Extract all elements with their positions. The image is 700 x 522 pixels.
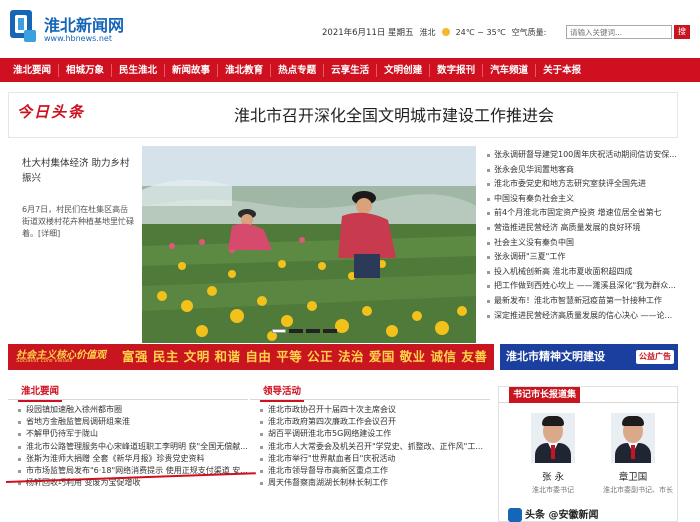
list-item[interactable]: 淮北市公路管理服务中心宋峰道班职工李明明 获"全国无偿献...	[8, 441, 248, 453]
core-values-text: 富强 民主 文明 和谐 自由 平等 公正 法治 爱国 敬业 诚信 友善	[122, 349, 488, 364]
list-item[interactable]: 不解甲仍待军于陇山	[8, 428, 248, 440]
list-item[interactable]: 淮北市举行"世界献血者日"庆祝活动	[250, 453, 490, 465]
section-list: 淮北市政协召开十届四十次主席会议 淮北市政府第四次廉政工作会议召开 胡百平调研淮…	[250, 404, 490, 489]
carousel-dots	[272, 329, 337, 333]
carousel-dot[interactable]	[272, 329, 286, 333]
leader-card[interactable]: 张 永 淮北市委书记	[523, 413, 583, 495]
logo-text: 淮北新闻网	[44, 16, 125, 35]
nav-item[interactable]: 汽车频道	[483, 63, 537, 77]
site-header: 淮北新闻网 www.hbnews.net 2021年6月11日 星期五 淮北 2…	[0, 0, 700, 58]
leader-role: 淮北市委书记	[532, 486, 574, 494]
current-date: 2021年6月11日 星期五	[322, 28, 414, 38]
main-nav: 淮北要闻 相城万象 民生淮北 新闻故事 淮北教育 热点专题 云享生活 文明创建 …	[0, 58, 700, 82]
section-title[interactable]: 书记市长报道集	[509, 387, 581, 403]
section-header: 领导活动	[250, 384, 490, 402]
news-item[interactable]: 张永调研"三夏"工作	[486, 250, 686, 265]
section-title[interactable]: 淮北要闻	[18, 384, 63, 402]
list-item[interactable]: 淮北市领导督导市高新区重点工作	[250, 465, 490, 477]
news-item[interactable]: 中国没有秦负社会主义	[486, 192, 686, 207]
feature-title[interactable]: 杜大村集体经济 助力乡村振兴	[22, 156, 136, 186]
list-item[interactable]: 周天伟督察南湖湖长制林长制工作	[250, 477, 490, 489]
list-item[interactable]: 省地方金融监管局调研组来淮	[8, 416, 248, 428]
leader-name: 章卫国	[618, 472, 648, 483]
watermark-text: 头条 @安徽新闻	[525, 510, 599, 521]
nav-item[interactable]: 云享生活	[324, 63, 378, 77]
section-leaders: 领导活动 淮北市政协召开十届四十次主席会议 淮北市政府第四次廉政工作会议召开 胡…	[250, 384, 490, 489]
watermark-icon	[508, 508, 522, 522]
leader-role: 淮北市委副书记、市长	[603, 486, 673, 494]
list-item[interactable]: 淮北市人大常委会及机关召开"学党史、抓整改、正作风"工...	[250, 441, 490, 453]
news-item[interactable]: 张永调研督导建党100周年庆祝活动期间信访安保...	[486, 148, 686, 163]
list-item[interactable]: 淮北市政府第四次廉政工作会议召开	[250, 416, 490, 428]
nav-item[interactable]: 淮北要闻	[6, 63, 60, 77]
list-item[interactable]: 淮北市政协召开十届四十次主席会议	[250, 404, 490, 416]
nav-item[interactable]: 数字报刊	[430, 63, 484, 77]
date-weather-bar: 2021年6月11日 星期五 淮北 24℃ ~ 35℃ 空气质量:	[322, 25, 546, 39]
site-logo[interactable]: 淮北新闻网 www.hbnews.net	[8, 6, 128, 52]
news-item[interactable]: 最新发布！淮北市智慧新冠疫苗第一针接种工作	[486, 294, 686, 309]
list-item[interactable]: 段园镇加速融入徐州都市圈	[8, 404, 248, 416]
sun-icon	[441, 28, 450, 36]
search-button[interactable]: 搜	[674, 25, 690, 39]
leader-reports: 书记市长报道集 张 永 淮北市委书记 章卫国 淮北市委副书记、市长	[498, 386, 679, 522]
city-label: 淮北	[419, 27, 436, 37]
list-item[interactable]: 张斯为淮师大捐赠 全套《新华月报》珍贵党史资料	[8, 453, 248, 465]
carousel-dot[interactable]	[289, 329, 303, 333]
public-ad-badge: 公益广告	[636, 350, 674, 364]
leader-card[interactable]: 章卫国 淮北市委副书记、市长	[603, 413, 673, 495]
civilization-ad-text: 淮北市精神文明建设	[506, 350, 605, 363]
nav-item[interactable]: 热点专题	[271, 63, 325, 77]
news-item[interactable]: 深定推进民营经济高质量发展的信心决心 ——论...	[486, 309, 686, 324]
news-item[interactable]: 张永会见华润置地客商	[486, 163, 686, 178]
logo-mark-icon	[10, 10, 36, 42]
logo-url: www.hbnews.net	[44, 34, 112, 43]
watermark-logo: 头条 @安徽新闻	[508, 506, 678, 522]
core-values-banner[interactable]: 社会主义核心价值观 Socialist core values 富强 民主 文明…	[8, 344, 494, 370]
news-item[interactable]: 淮北市委党史和地方志研究室获评全国先进	[486, 177, 686, 192]
flower-field-image	[142, 146, 476, 343]
news-item[interactable]: 把工作做到西姓心坎上 ——濉溪县深化"我为群众...	[486, 279, 686, 294]
carousel-dot[interactable]	[306, 329, 320, 333]
top-headline: 今日头条 淮北市召开深化全国文明城市建设工作推进会	[8, 92, 678, 138]
section-header: 书记市长报道集	[499, 387, 679, 403]
news-item[interactable]: 营造推进民营经济 高质量发展的良好环境	[486, 221, 686, 236]
news-item[interactable]: 社会主义没有秦负中国	[486, 236, 686, 251]
nav-item[interactable]: 关于本报	[536, 64, 588, 77]
nav-item[interactable]: 淮北教育	[218, 63, 272, 77]
civilization-ad-banner[interactable]: 淮北市精神文明建设 公益广告	[500, 344, 678, 370]
weather-temp: 24℃ ~ 35℃	[455, 27, 506, 37]
air-quality-label: 空气质量:	[511, 27, 547, 37]
core-values-badge-sub: Socialist core values	[16, 358, 73, 364]
headline-tag: 今日头条	[17, 103, 86, 121]
list-item[interactable]: 胡百平调研淮北市5G网络建设工作	[250, 428, 490, 440]
section-title[interactable]: 领导活动	[260, 384, 305, 402]
nav-item[interactable]: 民生淮北	[112, 63, 166, 77]
search-input[interactable]	[566, 25, 672, 39]
headline-title[interactable]: 淮北市召开深化全国文明城市建设工作推进会	[109, 93, 679, 139]
carousel-dot[interactable]	[323, 329, 337, 333]
nav-item[interactable]: 新闻故事	[165, 63, 219, 77]
feature-story: 杜大村集体经济 助力乡村振兴 6月7日，村民们在杜集区高岳街道双楼村花卉种植基地…	[8, 146, 140, 336]
section-header: 淮北要闻	[8, 384, 248, 402]
news-item[interactable]: 投入机械创新高 淮北市夏收面积超四成	[486, 265, 686, 280]
headline-news-list: 张永调研督导建党100周年庆祝活动期间信访安保... 张永会见华润置地客商 淮北…	[486, 148, 686, 323]
nav-item[interactable]: 文明创建	[377, 63, 431, 77]
feature-desc[interactable]: 6月7日，村民们在杜集区高岳街道双楼村花卉种植基地里忙碌着。[详细]	[22, 204, 136, 240]
avatar	[531, 413, 575, 463]
avatar	[611, 413, 655, 463]
nav-item[interactable]: 相城万象	[59, 63, 113, 77]
core-values-badge: 社会主义核心价值观	[16, 350, 106, 361]
feature-photo[interactable]	[142, 146, 476, 343]
leader-name: 张 永	[541, 472, 565, 483]
news-item[interactable]: 前4个月淮北市固定资产投资 增速位居全省第七	[486, 206, 686, 221]
